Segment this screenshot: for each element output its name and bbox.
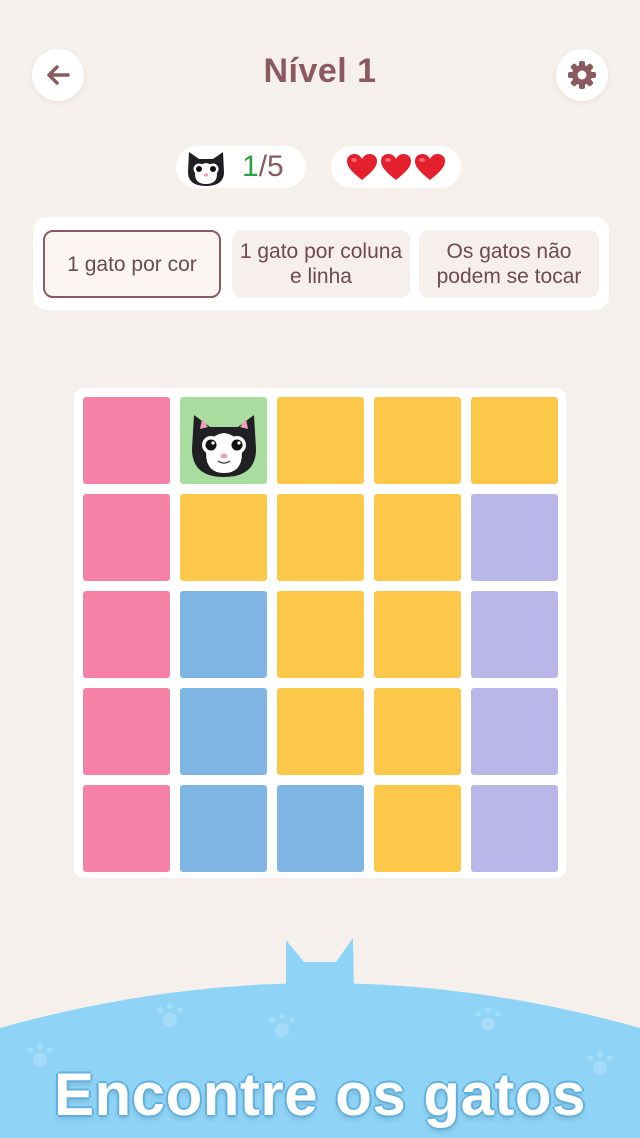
grid-cell[interactable] <box>374 785 461 872</box>
grid-cell[interactable] <box>180 494 267 581</box>
grid-cell[interactable] <box>277 397 364 484</box>
rule-one-cat-per-color[interactable]: 1 gato por cor <box>43 230 221 298</box>
total-count: /5 <box>258 150 284 183</box>
grid-cell[interactable] <box>83 591 170 678</box>
footer-banner-text: Encontre os gatos <box>54 1061 586 1128</box>
grid-cell[interactable] <box>374 591 461 678</box>
grid-cell[interactable] <box>471 494 558 581</box>
grid-cell[interactable] <box>277 785 364 872</box>
grid-cell[interactable] <box>471 591 558 678</box>
grid-cell[interactable] <box>83 785 170 872</box>
grid-cell[interactable] <box>277 688 364 775</box>
gear-icon <box>568 61 596 89</box>
grid-cell[interactable] <box>277 591 364 678</box>
rule-cats-cannot-touch[interactable]: Os gatos não podem se tocar <box>419 230 599 298</box>
grid-cell[interactable] <box>471 688 558 775</box>
grid-cell[interactable] <box>374 397 461 484</box>
grid-cell[interactable] <box>180 688 267 775</box>
heart-icon <box>414 153 446 181</box>
grid-cell[interactable] <box>374 494 461 581</box>
grid-cell[interactable] <box>180 785 267 872</box>
grid-cell[interactable] <box>180 591 267 678</box>
cat-counter: 1/5 <box>176 146 306 188</box>
grid-cell[interactable] <box>83 688 170 775</box>
heart-icon <box>346 153 378 181</box>
heart-icon <box>380 153 412 181</box>
grid-cell[interactable] <box>277 494 364 581</box>
rule-label: 1 gato por cor <box>67 252 197 276</box>
page-title: Nível 1 <box>263 52 377 90</box>
game-board <box>74 388 566 878</box>
grid-cell[interactable] <box>83 494 170 581</box>
grid-cell[interactable] <box>471 785 558 872</box>
cat-face-icon <box>188 152 224 186</box>
lives-indicator <box>331 146 461 188</box>
rule-label: 1 gato por coluna e linha <box>239 240 403 288</box>
found-count: 1 <box>242 150 259 183</box>
grid-cell[interactable] <box>374 688 461 775</box>
grid-cell[interactable] <box>471 397 558 484</box>
grid-cell[interactable] <box>180 397 267 484</box>
rule-label: Os gatos não podem se tocar <box>436 240 582 288</box>
settings-button[interactable] <box>556 49 608 101</box>
cat-icon <box>184 401 264 481</box>
rule-one-cat-per-row-column[interactable]: 1 gato por coluna e linha <box>232 230 410 298</box>
rules-bar: 1 gato por cor 1 gato por coluna e linha… <box>33 217 609 310</box>
grid-cell[interactable] <box>83 397 170 484</box>
